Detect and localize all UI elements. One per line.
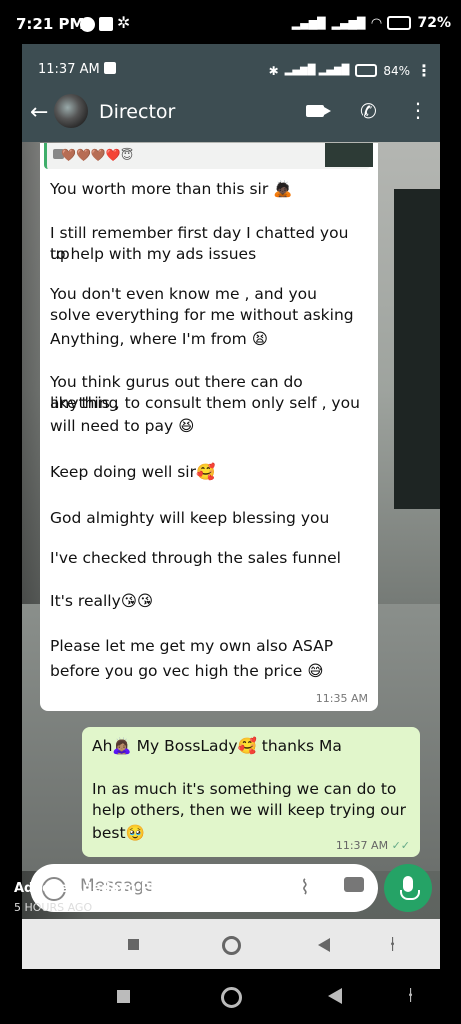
phone-call-icon[interactable]: ✆ xyxy=(360,99,377,123)
inner-signal-icon: ▂▄▆█ ▂▄▆█ xyxy=(284,65,350,76)
bluetooth-icon: ✱ xyxy=(268,63,279,78)
back-arrow-icon[interactable]: ← xyxy=(30,100,48,125)
outer-battery-text: 72% xyxy=(417,15,451,31)
message-line: In as much it's something we can do to xyxy=(92,780,397,798)
camera-icon[interactable] xyxy=(344,877,364,892)
battery-icon xyxy=(387,16,412,30)
outer-navigation-bar: ⍿ xyxy=(0,969,461,1024)
message-timestamp: 11:35 AM xyxy=(315,692,368,705)
settings-icon: ✲ xyxy=(117,13,131,32)
message-line: help others, then we will keep trying ou… xyxy=(92,801,406,819)
message-timestamp: 11:37 AM ✓✓ xyxy=(336,839,410,852)
accessibility-icon[interactable]: ⍿ xyxy=(390,932,395,956)
mic-stand xyxy=(400,890,420,900)
incoming-message-bubble[interactable]: 🤎🤎🤎❤️😇 You worth more than this sir 🙇🏿 I… xyxy=(40,143,378,711)
outgoing-time-text: 11:37 AM xyxy=(335,839,389,852)
story-author-name: Adeoye Adedayo Philip xyxy=(14,881,183,896)
attach-icon[interactable]: ⌇ xyxy=(300,875,310,899)
message-line: to help with my ads issues xyxy=(50,245,257,263)
inner-screenshot: 11:37 AM ✱ ▂▄▆█ ▂▄▆█ 84% ⋮ ← Director ✆ … xyxy=(22,44,440,969)
recent-apps-icon[interactable] xyxy=(128,939,139,950)
v-app-icon xyxy=(99,17,113,31)
signal-icon: ▂▄▆█ xyxy=(291,16,326,30)
quoted-thumbnail xyxy=(325,143,373,167)
mic-button[interactable] xyxy=(384,864,432,912)
outer-recent-apps-icon[interactable] xyxy=(117,990,130,1003)
outer-home-icon[interactable] xyxy=(221,987,242,1008)
outer-back-icon[interactable] xyxy=(328,988,342,1004)
message-line: You worth more than this sir 🙇🏿 xyxy=(50,180,293,198)
signal-icon-2: ▂▄▆█ xyxy=(331,16,366,30)
inner-battery-icon xyxy=(355,64,378,77)
message-line: solve everything for me without asking xyxy=(50,306,354,324)
message-line: Keep doing well sir🥰 xyxy=(50,463,216,481)
inner-more-icon[interactable]: ⋮ xyxy=(416,61,432,80)
quoted-message-preview: 🤎🤎🤎❤️😇 xyxy=(61,148,134,162)
outer-status-right: ▂▄▆█ ▂▄▆█ ◠ 72% xyxy=(292,15,451,31)
message-line: Please let me get my own also ASAP xyxy=(50,637,334,655)
video-call-icon[interactable] xyxy=(306,105,331,117)
message-line: You don't even know me , and you xyxy=(50,285,317,303)
chat-header: ← Director ✆ ⋮ xyxy=(22,88,440,142)
inner-status-bar: 11:37 AM ✱ ▂▄▆█ ▂▄▆█ 84% ⋮ xyxy=(22,44,440,88)
message-line: like this , to consult them only self , … xyxy=(50,394,360,412)
inner-clock: 11:37 AM xyxy=(38,62,100,77)
wifi-icon: ◠ xyxy=(371,15,382,31)
message-line: It's really😘😘 xyxy=(50,592,154,610)
outer-accessibility-icon[interactable]: ⍿ xyxy=(408,983,413,1007)
message-line: before you go vec high the price 😅 xyxy=(50,662,324,680)
avatar[interactable] xyxy=(54,94,88,128)
back-icon[interactable] xyxy=(318,938,330,952)
inner-navigation-bar: ⍿ xyxy=(22,919,440,969)
story-time: 5 HOURS AGO xyxy=(14,901,93,914)
message-line: will need to pay 😆 xyxy=(50,417,195,435)
message-line: Ah🙇🏽‍♀️ My BossLady🥰 thanks Ma xyxy=(92,737,342,755)
wallpaper-pillar xyxy=(394,189,440,509)
message-line: Anything, where I'm from 😫 xyxy=(50,330,268,348)
quoted-message[interactable]: 🤎🤎🤎❤️😇 xyxy=(44,143,373,169)
outer-clock: 7:21 PM xyxy=(16,15,85,33)
outgoing-message-bubble[interactable]: Ah🙇🏽‍♀️ My BossLady🥰 thanks Ma In as muc… xyxy=(82,727,420,857)
inner-status-right: ✱ ▂▄▆█ ▂▄▆█ 84% ⋮ xyxy=(269,61,432,80)
contact-name[interactable]: Director xyxy=(99,101,175,123)
message-line: God almighty will keep blessing you xyxy=(50,509,330,527)
inner-battery-text: 84% xyxy=(383,63,410,78)
menu-dots-icon[interactable]: ⋮ xyxy=(408,98,428,122)
v-app-icon-inner xyxy=(104,62,116,74)
home-icon[interactable] xyxy=(222,936,241,955)
outer-status-bar: 7:21 PM ✲ ▂▄▆█ ▂▄▆█ ◠ 72% xyxy=(0,0,461,44)
read-receipt-icon: ✓✓ xyxy=(391,839,410,852)
message-line: I've checked through the sales funnel xyxy=(50,549,341,567)
facebook-icon xyxy=(80,17,95,32)
